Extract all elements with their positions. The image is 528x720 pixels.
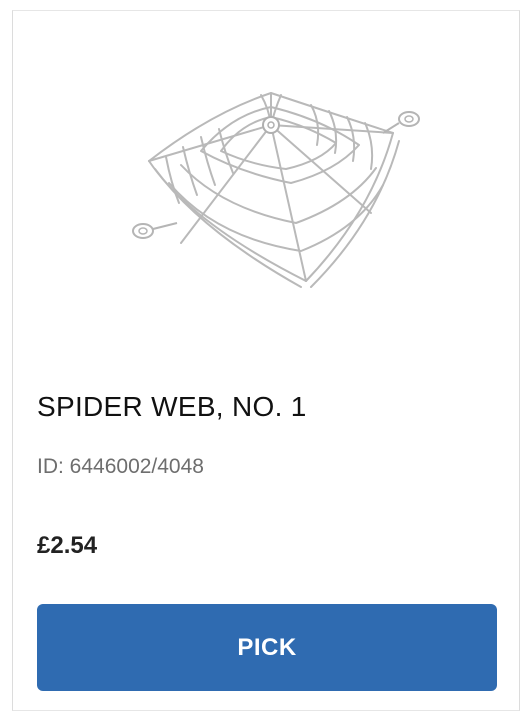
spider-web-icon [132,92,420,288]
product-image [13,51,519,311]
product-price: £2.54 [37,532,98,559]
product-id: ID: 6446002/4048 [37,455,204,478]
product-title: SPIDER WEB, NO. 1 [37,391,307,422]
pick-button[interactable]: PICK [37,604,497,691]
product-card: SPIDER WEB, NO. 1 ID: 6446002/4048 £2.54… [12,10,520,711]
